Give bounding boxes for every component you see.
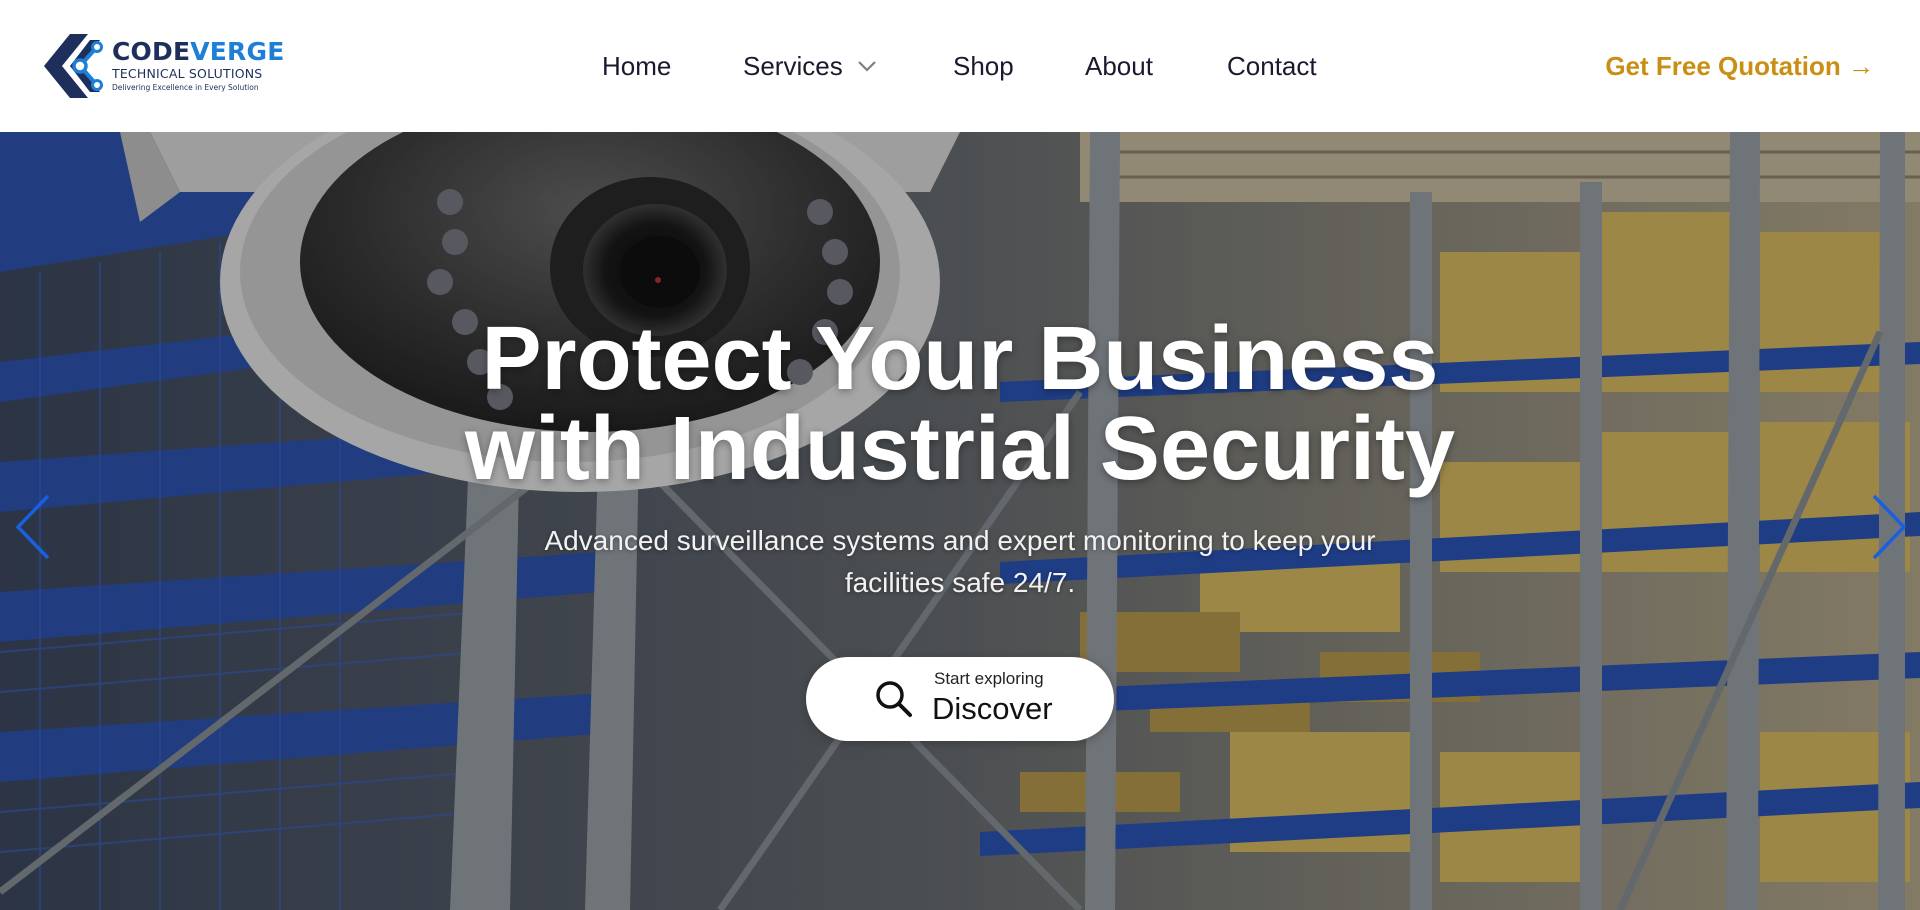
brand-tagline: Delivering Excellence in Every Solution xyxy=(112,83,259,92)
site-header: CODEVERGE TECHNICAL SOLUTIONS Delivering… xyxy=(0,0,1920,132)
nav-item-home[interactable]: Home xyxy=(602,44,671,88)
brand-name: CODEVERGE xyxy=(112,38,285,66)
brand-name-part2: VERGE xyxy=(190,37,285,66)
nav-item-services[interactable]: Services xyxy=(743,44,877,88)
logo-text: CODEVERGE TECHNICAL SOLUTIONS Delivering… xyxy=(112,38,285,93)
hero-headline-line1: Protect Your Business xyxy=(481,309,1439,409)
logo-mark-icon xyxy=(44,34,103,98)
hero-headline: Protect Your Business with Industrial Se… xyxy=(0,314,1920,494)
brand-logo[interactable]: CODEVERGE TECHNICAL SOLUTIONS Delivering… xyxy=(44,34,284,98)
hero-subtext: Advanced surveillance systems and expert… xyxy=(544,525,1376,598)
chevron-down-icon xyxy=(857,61,876,72)
brand-subtitle: TECHNICAL SOLUTIONS xyxy=(112,66,263,81)
brand-name-part1: CODE xyxy=(112,37,191,66)
chevron-left-icon[interactable] xyxy=(14,492,54,562)
get-free-quotation-link[interactable]: Get Free Quotation → xyxy=(1605,44,1874,88)
discover-button-label: Discover xyxy=(932,691,1053,726)
discover-button-caption: Start exploring xyxy=(934,669,1044,688)
nav-item-contact[interactable]: Contact xyxy=(1227,44,1317,88)
nav-item-services-label: Services xyxy=(743,51,843,81)
hero-slider: Protect Your Business with Industrial Se… xyxy=(0,132,1920,910)
nav-item-shop[interactable]: Shop xyxy=(953,44,1014,88)
nav-item-about[interactable]: About xyxy=(1085,44,1153,88)
hero-headline-line2: with Industrial Security xyxy=(464,399,1456,499)
discover-button[interactable]: Start exploring Discover xyxy=(806,657,1114,741)
search-icon xyxy=(876,681,912,717)
chevron-right-icon[interactable] xyxy=(1868,492,1908,562)
